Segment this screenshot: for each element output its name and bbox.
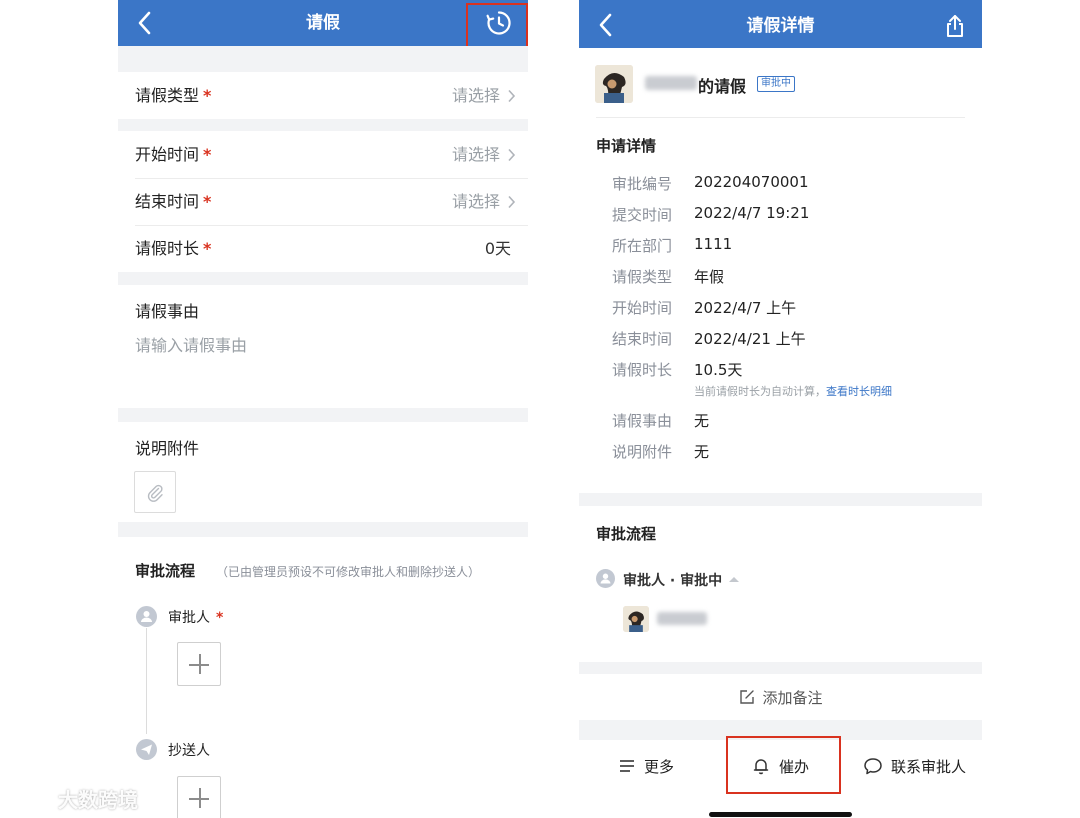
duration-row: 请假时长 * 0天 (118, 225, 528, 272)
required-mark: * (203, 145, 212, 164)
divider (596, 117, 965, 118)
end-time-row[interactable]: 结束时间 * 请选择 (118, 178, 528, 225)
required-mark: * (203, 239, 212, 258)
section-gap (118, 119, 528, 131)
detail-label: 所在部门 (612, 237, 673, 255)
contact-label: 联系审批人 (890, 757, 966, 776)
duration-hint: 当前请假时长为自动计算， (694, 385, 826, 398)
department-value: 1111 (694, 235, 733, 253)
reason-input[interactable]: 请输入请假事由 (135, 332, 247, 356)
section-gap (579, 493, 982, 506)
chevron-right-icon (508, 195, 516, 209)
highlight-urge-button (726, 736, 841, 794)
status-badge: 审批中 (757, 76, 795, 92)
required-mark: * (203, 192, 212, 211)
flow-title: 审批流程 (135, 562, 196, 580)
duration-detail-link[interactable]: 查看时长明细 (826, 385, 892, 398)
approver-label: 审批人 (168, 610, 210, 626)
cc-label: 抄送人 (168, 743, 210, 759)
watermark: 大数跨境 (8, 784, 138, 812)
send-plane-icon (136, 739, 157, 760)
applicant-avatar (595, 65, 633, 103)
section-gap (579, 662, 982, 674)
section-gap (118, 522, 528, 537)
more-label: 更多 (643, 757, 674, 776)
menu-icon (619, 760, 634, 772)
chevron-right-icon (508, 89, 516, 103)
duration-value: 0天 (484, 239, 511, 258)
flow-title: 审批流程 (596, 525, 657, 543)
flow-connector (146, 628, 147, 734)
watermark-logo-icon (10, 787, 50, 809)
more-button[interactable]: 更多 (579, 740, 713, 792)
start-time-label: 开始时间 (135, 145, 200, 164)
detail-label: 提交时间 (612, 206, 673, 224)
end-time-placeholder: 请选择 (451, 192, 500, 211)
detail-label: 审批编号 (612, 175, 673, 193)
required-mark: * (216, 610, 224, 626)
approver-name (657, 612, 707, 625)
chat-bubble-icon (864, 758, 882, 775)
leave-type-placeholder: 请选择 (451, 86, 500, 105)
watermark-text: 大数跨境 (58, 787, 138, 812)
flow-step-status: 审批人 · 审批中 (623, 573, 723, 589)
highlight-history-button (466, 3, 528, 49)
required-mark: * (203, 86, 212, 105)
detail-label: 请假事由 (612, 412, 673, 430)
add-remark-button[interactable]: 添加备注 (579, 674, 982, 720)
contact-approver-button[interactable]: 联系审批人 (847, 740, 982, 792)
approver-avatar (623, 606, 649, 632)
leave-type-value: 年假 (694, 268, 725, 286)
request-title: 的请假 (698, 77, 747, 96)
add-approver-button[interactable] (177, 642, 221, 686)
approver-avatar-icon (136, 606, 157, 627)
leave-detail-screen: 请假详情 的请假 审批中 申请详情 审批编号 202204070001 提交时间… (579, 0, 982, 818)
detail-label: 开始时间 (612, 299, 673, 317)
detail-label: 结束时间 (612, 330, 673, 348)
leave-type-label: 请假类型 (135, 86, 200, 105)
attachment-value: 无 (694, 443, 710, 461)
paperclip-icon (147, 484, 163, 502)
caret-up-icon[interactable] (728, 575, 740, 583)
section-gap (118, 408, 528, 422)
detail-label: 请假时长 (612, 361, 673, 379)
start-time-value: 2022/4/7 上午 (694, 299, 797, 317)
submit-time-value: 2022/4/7 19:21 (694, 204, 810, 222)
end-time-label: 结束时间 (135, 192, 200, 211)
add-remark-label: 添加备注 (762, 688, 823, 707)
approval-number-value: 202204070001 (694, 173, 809, 191)
start-time-row[interactable]: 开始时间 * 请选择 (118, 131, 528, 178)
page-title: 请假详情 (746, 16, 815, 36)
section-gap (118, 46, 528, 72)
add-cc-button[interactable] (177, 776, 221, 818)
duration-label: 请假时长 (135, 239, 200, 258)
leave-type-row[interactable]: 请假类型 * 请选择 (118, 72, 528, 119)
duration-value: 10.5天 (694, 361, 743, 379)
edit-note-icon (740, 690, 755, 704)
add-attachment-button[interactable] (134, 471, 176, 513)
detail-label: 请假类型 (612, 268, 673, 286)
reason-label: 请假事由 (135, 302, 200, 321)
section-gap (118, 272, 528, 285)
detail-label: 说明附件 (612, 443, 673, 461)
applicant-name (645, 76, 697, 90)
nav-bar: 请假详情 (579, 0, 982, 48)
home-indicator (709, 812, 852, 817)
attachment-label: 说明附件 (135, 439, 200, 458)
approver-avatar-icon (596, 569, 615, 588)
leave-form-screen: 请假 请假类型 * 请选择 开始时间 * 请选择 结束时间 * 请选择 请假时长 * 0… (118, 0, 528, 818)
end-time-value: 2022/4/21 上午 (694, 330, 806, 348)
flow-note: （已由管理员预设不可修改审批人和删除抄送人） (216, 565, 481, 579)
details-title: 申请详情 (596, 137, 657, 155)
nav-bar: 请假 (118, 0, 528, 49)
share-icon[interactable] (940, 11, 970, 41)
start-time-placeholder: 请选择 (451, 145, 500, 164)
chevron-right-icon (508, 148, 516, 162)
reason-value: 无 (694, 412, 710, 430)
